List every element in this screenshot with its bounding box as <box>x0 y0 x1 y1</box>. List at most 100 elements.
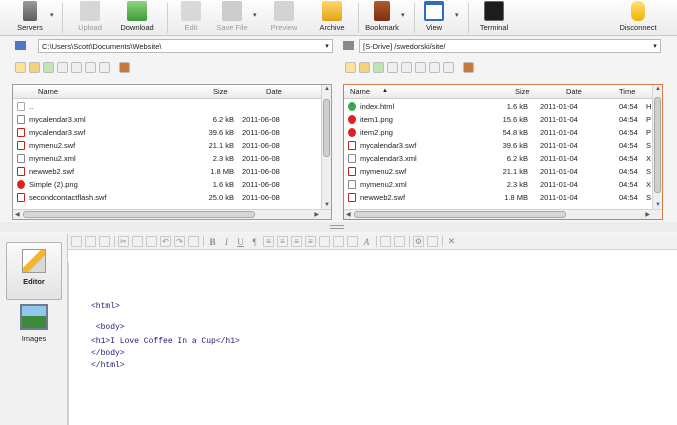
bookmark-button[interactable]: Bookmark <box>364 0 400 36</box>
find-icon[interactable] <box>85 236 96 247</box>
remote-vertical-scrollbar[interactable]: ▲ ▼ <box>652 85 662 209</box>
copy-icon[interactable] <box>132 236 143 247</box>
view-dropdown-arrow[interactable]: ▾ <box>455 11 459 19</box>
column-time[interactable]: Time <box>619 87 635 96</box>
image-icon[interactable] <box>333 236 344 247</box>
page-icon[interactable] <box>427 236 438 247</box>
scroll-up-arrow[interactable]: ▲ <box>324 86 330 92</box>
disconnect-button[interactable]: Disconnect <box>617 0 659 36</box>
file-row[interactable]: index.html 1.6 kB 2011-01-04 04:54 H <box>344 100 652 113</box>
remote-path-dropdown[interactable]: [S-Drive] /swedorski/site/ ▾ <box>359 39 661 53</box>
refresh-icon[interactable] <box>373 61 384 73</box>
settings-icon[interactable]: ⚙ <box>413 236 424 247</box>
preview-doc-icon[interactable] <box>394 236 405 247</box>
file-row[interactable]: mymenu2.xml 2.3 kB 2011-01-04 04:54 X <box>344 178 652 191</box>
file-row[interactable]: newweb2.swf 1.8 MB 2011-06-08 <box>13 165 321 178</box>
edit-button[interactable]: Edit <box>180 0 202 36</box>
preview-button[interactable]: Preview <box>268 0 300 36</box>
refresh-icon[interactable] <box>43 61 54 73</box>
folder-up-icon[interactable] <box>29 61 40 73</box>
folder-up-icon[interactable] <box>359 61 370 73</box>
column-date[interactable]: Date <box>266 87 282 96</box>
delete-icon[interactable] <box>99 61 110 73</box>
file-row[interactable]: mycalendar3.swf 39.6 kB 2011-06-08 <box>13 126 321 139</box>
save-file-button[interactable]: Save File <box>215 0 249 36</box>
scroll-up-arrow[interactable]: ▲ <box>655 86 661 92</box>
underline-button[interactable]: U <box>235 236 246 247</box>
new-folder-icon[interactable] <box>345 61 356 73</box>
bookmark-dropdown-arrow[interactable]: ▾ <box>401 11 405 19</box>
tools-wrench-icon[interactable] <box>443 61 454 73</box>
file-row[interactable]: item2.png 54.8 kB 2011-01-04 04:54 P <box>344 126 652 139</box>
font-icon[interactable]: A <box>361 236 372 247</box>
archive-button[interactable]: Archive <box>318 0 346 36</box>
editor-tab[interactable]: Editor <box>6 242 62 300</box>
paragraph-button[interactable]: ¶ <box>249 236 260 247</box>
local-horizontal-scrollbar[interactable]: ◀ ▶ <box>13 209 331 219</box>
settings-icon[interactable] <box>429 61 440 73</box>
scroll-left-arrow[interactable]: ◀ <box>15 211 20 218</box>
servers-dropdown-arrow[interactable]: ▾ <box>50 11 54 19</box>
file-row[interactable]: mycalendar3.xml 6.2 kB 2011-01-04 04:54 X <box>344 152 652 165</box>
column-size[interactable]: Size <box>515 87 530 96</box>
file-row[interactable]: mycalendar3.swf 39.6 kB 2011-01-04 04:54 S <box>344 139 652 152</box>
permissions-icon[interactable] <box>415 61 426 73</box>
file-row[interactable]: newweb2.swf 1.8 MB 2011-01-04 04:54 S <box>344 191 652 204</box>
replace-icon[interactable] <box>99 236 110 247</box>
scroll-left-arrow[interactable]: ◀ <box>346 211 351 218</box>
rename-icon[interactable] <box>387 61 398 73</box>
column-size[interactable]: Size <box>213 87 228 96</box>
paste-icon[interactable] <box>146 236 157 247</box>
code-editor[interactable]: <html> <body> <h1>I Love Coffee In a Cup… <box>68 250 677 425</box>
bookmark-small-icon[interactable] <box>119 61 130 73</box>
terminal-button[interactable]: Terminal <box>478 0 510 36</box>
scroll-thumb[interactable] <box>354 211 566 218</box>
file-row[interactable]: mymenu2.swf 21.1 kB 2011-01-04 04:54 S <box>344 165 652 178</box>
align-center-icon[interactable]: ≡ <box>277 236 288 247</box>
new-folder-icon[interactable] <box>15 61 26 73</box>
redo-icon[interactable]: ↷ <box>174 236 185 247</box>
scroll-down-arrow[interactable]: ▼ <box>324 202 330 208</box>
download-button[interactable]: Download <box>118 0 156 36</box>
file-row[interactable]: mycalendar3.xml 6.2 kB 2011-06-08 <box>13 113 321 126</box>
column-name[interactable]: Name <box>350 87 370 96</box>
file-row[interactable]: secondcontactflash.swf 25.0 kB 2011-06-08 <box>13 191 321 204</box>
scroll-down-arrow[interactable]: ▼ <box>655 202 661 208</box>
upload-button[interactable]: Upload <box>75 0 105 36</box>
file-row[interactable]: mymenu2.xml 2.3 kB 2011-06-08 <box>13 152 321 165</box>
properties-icon[interactable] <box>401 61 412 73</box>
align-right-icon[interactable]: ≡ <box>291 236 302 247</box>
permissions-icon[interactable] <box>85 61 96 73</box>
column-date[interactable]: Date <box>566 87 582 96</box>
images-tab[interactable]: Images <box>6 300 62 358</box>
view-button[interactable]: View <box>423 0 445 36</box>
align-left-icon[interactable]: ≡ <box>263 236 274 247</box>
new-document-icon[interactable] <box>71 236 82 247</box>
file-row[interactable]: mymenu2.swf 21.1 kB 2011-06-08 <box>13 139 321 152</box>
scroll-thumb[interactable] <box>23 211 255 218</box>
close-editor-button[interactable]: ✕ <box>446 236 457 247</box>
scroll-thumb[interactable] <box>654 97 661 193</box>
link-icon[interactable] <box>347 236 358 247</box>
italic-button[interactable]: I <box>221 236 232 247</box>
undo-icon[interactable]: ↶ <box>160 236 171 247</box>
scroll-right-arrow[interactable]: ▶ <box>314 211 319 218</box>
column-name[interactable]: Name <box>38 87 58 96</box>
cut-icon[interactable]: ✂ <box>118 236 129 247</box>
file-row[interactable]: item1.png 15.6 kB 2011-01-04 04:54 P <box>344 113 652 126</box>
file-row[interactable]: Simple (2).png 1.6 kB 2011-06-08 <box>13 178 321 191</box>
properties-icon[interactable] <box>71 61 82 73</box>
pane-splitter[interactable] <box>0 222 677 232</box>
rename-icon[interactable] <box>57 61 68 73</box>
format-icon[interactable] <box>380 236 391 247</box>
local-path-dropdown[interactable]: C:\Users\Scott\Documents\Website\ ▾ <box>38 39 333 53</box>
scroll-right-arrow[interactable]: ▶ <box>645 211 650 218</box>
save-file-dropdown-arrow[interactable]: ▾ <box>253 11 257 19</box>
scroll-thumb[interactable] <box>323 99 330 157</box>
file-row[interactable]: .. <box>13 100 321 113</box>
bookmark-small-icon[interactable] <box>463 61 474 73</box>
remote-horizontal-scrollbar[interactable]: ◀ ▶ <box>344 209 662 219</box>
servers-button[interactable]: Servers <box>14 0 46 36</box>
insert-icon[interactable] <box>188 236 199 247</box>
justify-icon[interactable]: ≡ <box>305 236 316 247</box>
